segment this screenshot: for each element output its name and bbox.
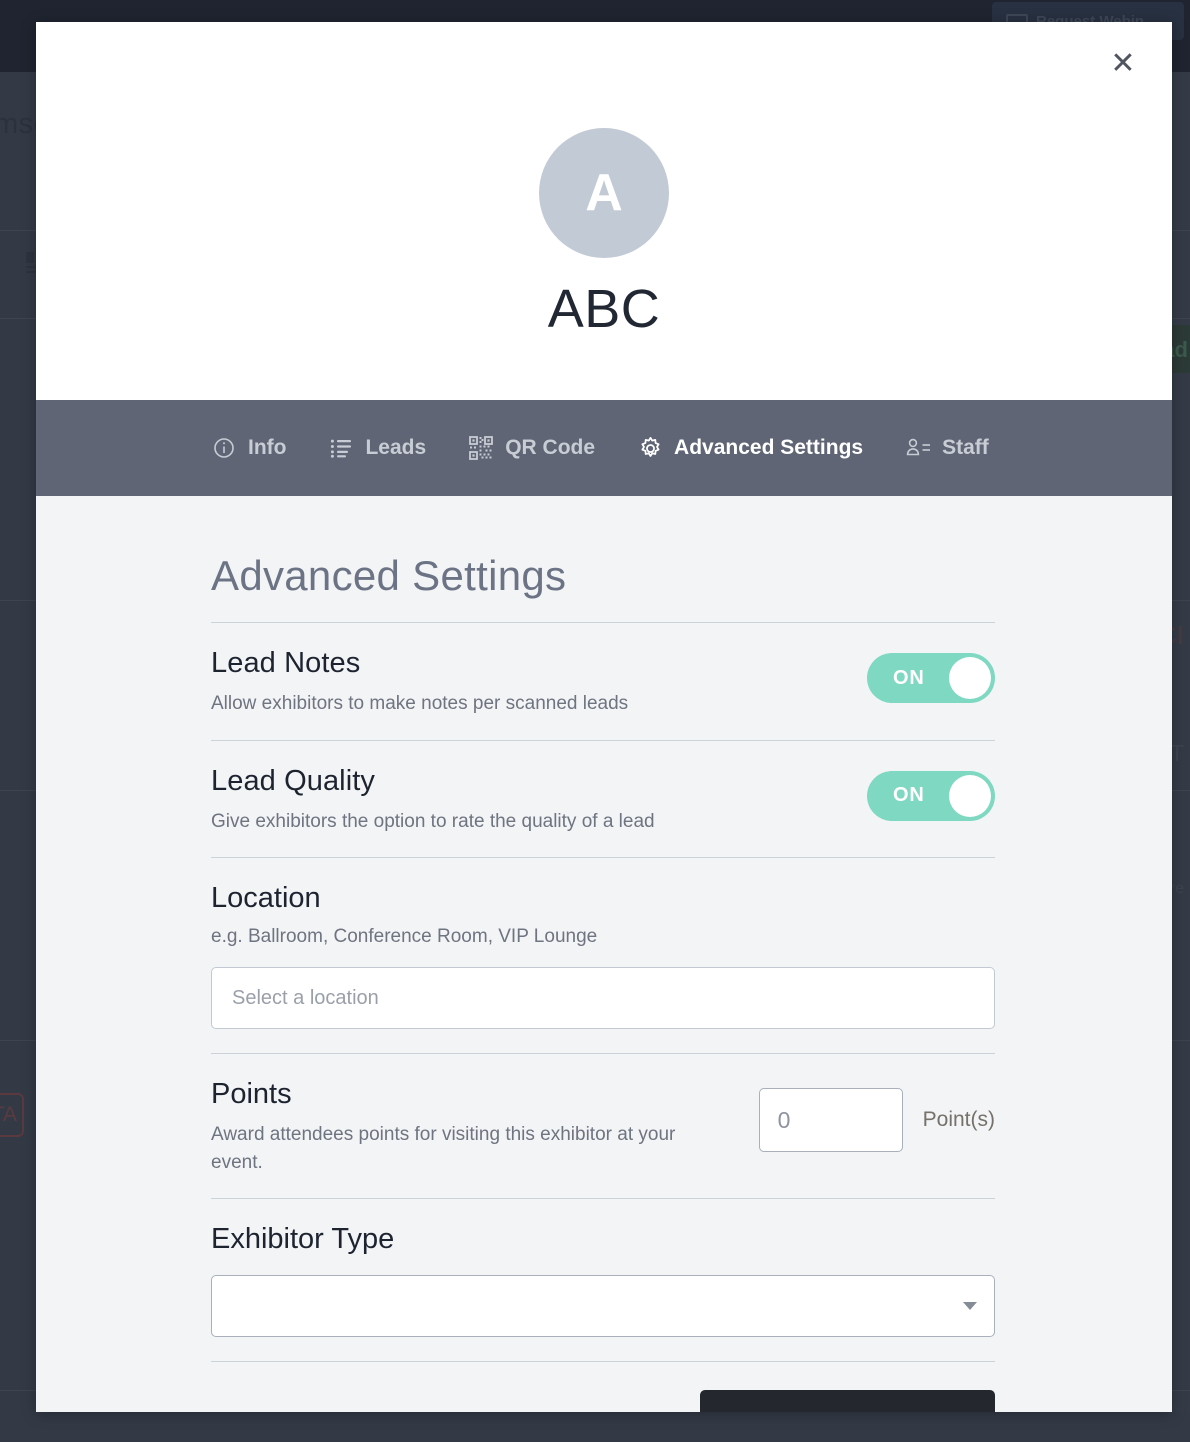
background-ta-badge: TA — [0, 1093, 24, 1137]
lead-quality-toggle-knob — [949, 774, 991, 817]
location-input[interactable] — [211, 967, 995, 1030]
tab-info[interactable]: Info — [211, 435, 286, 461]
exhibitor-type-select[interactable] — [211, 1275, 995, 1338]
tab-leads[interactable]: Leads — [328, 435, 426, 461]
setting-location-title: Location — [211, 882, 321, 915]
setting-lead-notes-texts: Lead Notes Allow exhibitors to make note… — [211, 647, 867, 718]
modal-header: ✕ A ABC — [36, 22, 1172, 400]
modal-body: Advanced Settings Lead Notes Allow exhib… — [36, 496, 1172, 1412]
lead-notes-toggle[interactable]: ON — [867, 653, 995, 703]
exhibitor-modal: ✕ A ABC Info Leads QR Code Advanced Sett… — [36, 22, 1172, 1412]
settings-content: Advanced Settings Lead Notes Allow exhib… — [211, 552, 995, 1412]
primary-action-row: Go to Exhibitor's Page — [211, 1362, 995, 1412]
background-bottom-strip — [0, 1412, 1190, 1442]
setting-points-description: Award attendees points for visiting this… — [211, 1124, 676, 1173]
modal-tab-bar: Info Leads QR Code Advanced Settings Sta… — [36, 400, 1172, 496]
qr-code-icon — [468, 435, 494, 461]
setting-location: Location e.g. Ballroom, Conference Room,… — [211, 858, 995, 1053]
lead-quality-toggle[interactable]: ON — [867, 770, 995, 821]
go-to-exhibitors-page-button[interactable]: Go to Exhibitor's Page — [699, 1390, 995, 1412]
setting-lead-quality-description: Give exhibitors the option to rate the q… — [211, 810, 655, 832]
setting-lead-quality: Lead Quality Give exhibitors the option … — [211, 741, 995, 858]
tab-qr-code[interactable]: QR Code — [468, 435, 595, 461]
info-circle-icon — [211, 435, 237, 461]
tab-info-label: Info — [248, 436, 287, 459]
setting-lead-notes-title: Lead Notes — [211, 647, 361, 679]
lead-quality-toggle-label: ON — [893, 784, 925, 807]
list-icon — [328, 435, 354, 461]
setting-points-texts: Points Award attendees points for visiti… — [211, 1078, 759, 1176]
person-list-icon — [905, 435, 931, 461]
exhibitor-type-select-wrap — [211, 1275, 995, 1338]
points-unit-label: Point(s) — [922, 1108, 995, 1132]
lead-notes-toggle-label: ON — [893, 666, 925, 689]
settings-heading: Advanced Settings — [211, 552, 567, 599]
points-control-group: Point(s) — [758, 1078, 995, 1153]
tab-advanced-settings[interactable]: Advanced Settings — [637, 435, 863, 461]
setting-lead-notes-description: Allow exhibitors to make notes per scann… — [211, 693, 629, 714]
setting-lead-quality-title: Lead Quality — [211, 764, 376, 797]
setting-exhibitor-type-title: Exhibitor Type — [211, 1223, 395, 1256]
points-input[interactable] — [758, 1088, 903, 1153]
avatar: A — [539, 128, 669, 258]
setting-points: Points Award attendees points for visiti… — [211, 1054, 995, 1198]
lead-notes-toggle-knob — [949, 657, 991, 699]
page-title: ABC — [547, 279, 661, 339]
background-document-icon — [26, 252, 36, 278]
close-icon[interactable]: ✕ — [1099, 40, 1147, 88]
setting-lead-quality-texts: Lead Quality Give exhibitors the option … — [211, 765, 867, 836]
setting-location-hint: e.g. Ballroom, Conference Room, VIP Loun… — [211, 926, 598, 948]
tab-qr-code-label: QR Code — [505, 436, 596, 459]
tab-staff[interactable]: Staff — [905, 435, 989, 461]
gear-icon — [637, 435, 663, 461]
setting-exhibitor-type: Exhibitor Type — [211, 1199, 995, 1361]
tab-leads-label: Leads — [365, 436, 427, 459]
tab-staff-label: Staff — [942, 436, 989, 459]
setting-lead-notes: Lead Notes Allow exhibitors to make note… — [211, 623, 995, 740]
setting-points-title: Points — [211, 1078, 292, 1111]
tab-advanced-settings-label: Advanced Settings — [674, 436, 864, 459]
